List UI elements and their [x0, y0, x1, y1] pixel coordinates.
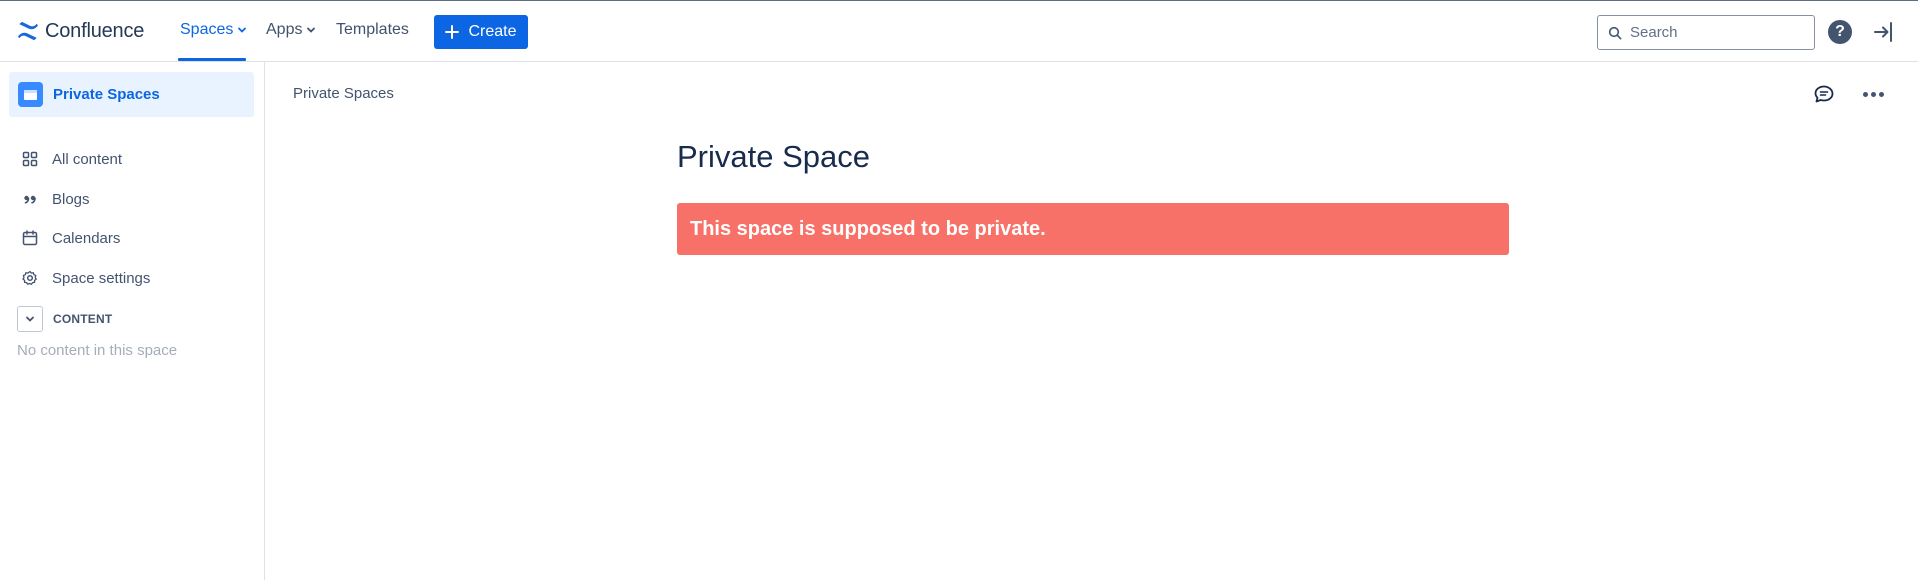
confluence-logo[interactable]: Confluence: [17, 18, 144, 44]
breadcrumb[interactable]: Private Spaces: [293, 85, 394, 102]
more-actions-icon[interactable]: [1860, 82, 1886, 106]
nav-spaces-label: Spaces: [180, 21, 234, 38]
sidebar-item-label: Space settings: [52, 269, 151, 287]
help-icon[interactable]: ?: [1828, 20, 1852, 44]
space-avatar: [18, 82, 43, 107]
confluence-logo-icon: [18, 22, 38, 40]
app-name: Confluence: [45, 19, 145, 42]
nav-apps-dropdown[interactable]: Apps: [266, 21, 316, 39]
search-icon: [1608, 26, 1622, 39]
space-sidebar: Private Spaces All content Blogs Calenda…: [0, 62, 265, 580]
page-title: Private Space: [677, 139, 870, 174]
chevron-down-icon: [307, 27, 316, 33]
sidebar-item-all-content[interactable]: All content: [9, 141, 254, 177]
sidebar-item-label: Calendars: [52, 229, 121, 247]
warning-panel: This space is supposed to be private.: [677, 203, 1509, 255]
plus-icon: [445, 25, 460, 39]
search-input[interactable]: [1630, 24, 1800, 41]
quote-icon: [24, 195, 36, 204]
search-box[interactable]: [1597, 15, 1815, 50]
nav-spaces-dropdown[interactable]: Spaces: [180, 21, 247, 39]
nav-apps-label: Apps: [266, 21, 303, 38]
create-button-label: Create: [468, 23, 517, 40]
sidebar-item-label: All content: [52, 150, 123, 168]
comment-icon[interactable]: [1812, 82, 1836, 106]
sidebar-space-header[interactable]: Private Spaces: [9, 72, 254, 117]
content-collapse-button[interactable]: [17, 306, 43, 332]
chevron-down-icon: [238, 27, 247, 33]
nav-templates-label: Templates: [336, 21, 409, 38]
nav-active-indicator: [178, 58, 246, 61]
top-navigation-bar: Confluence Spaces Apps Templates Create …: [0, 0, 1918, 62]
sidebar-item-blogs[interactable]: Blogs: [9, 181, 254, 217]
calendar-icon: [22, 230, 38, 246]
sidebar-item-label: Blogs: [52, 190, 90, 208]
chevron-down-icon: [26, 316, 34, 322]
log-in-icon[interactable]: [1872, 20, 1896, 44]
nav-templates-link[interactable]: Templates: [336, 21, 409, 39]
empty-content-message: No content in this space: [17, 342, 178, 359]
space-name: Private Spaces: [53, 86, 160, 103]
folder-icon: [24, 90, 37, 100]
content-section-label: CONTENT: [53, 312, 113, 326]
sidebar-item-space-settings[interactable]: Space settings: [9, 260, 254, 296]
gear-icon: [22, 270, 37, 285]
sidebar-item-calendars[interactable]: Calendars: [9, 220, 254, 256]
content-section-header: CONTENT: [17, 306, 112, 332]
grid-icon: [22, 151, 38, 167]
create-button[interactable]: Create: [434, 15, 528, 49]
